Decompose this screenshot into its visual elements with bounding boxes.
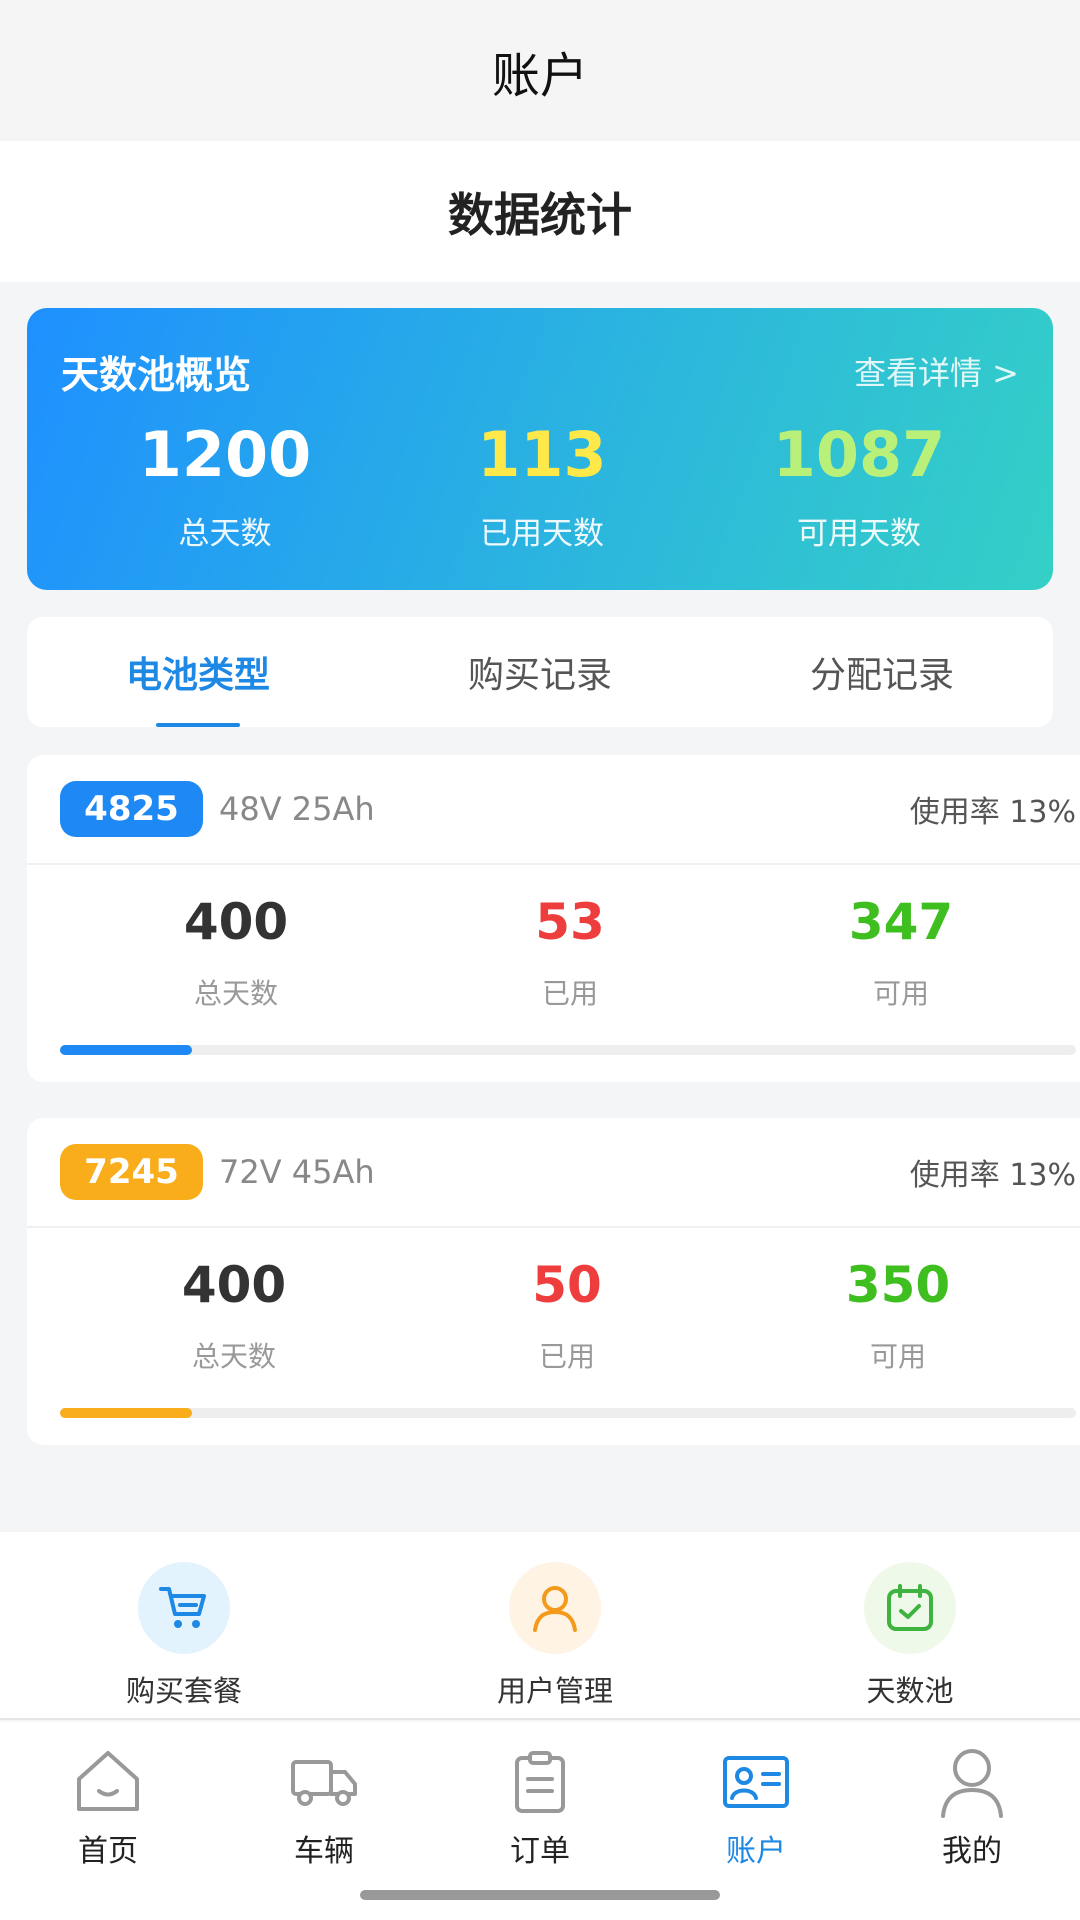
overview-available-value: 1087: [772, 418, 946, 491]
battery-stat-used: 50 已用: [447, 1258, 687, 1375]
battery-card-header: 4825 48V 25Ah 使用率 13%: [27, 755, 1080, 865]
tabbar-label: 我的: [942, 1834, 1002, 1869]
battery-card-4825[interactable]: 4825 48V 25Ah 使用率 13% 400 总天数 53 已用 347 …: [27, 755, 1080, 1082]
account-card-icon: [681, 1742, 831, 1822]
quick-action-buy-package[interactable]: 购买套餐: [64, 1562, 304, 1710]
usage-progress-bar: [60, 1408, 1076, 1418]
navbar-title: 账户: [491, 47, 588, 104]
total-days-label: 总天数: [193, 977, 278, 1010]
overview-stat-available: 1087 可用天数: [709, 418, 1009, 553]
tab-allocation-records[interactable]: 分配记录: [711, 617, 1053, 727]
calendar-check-icon: [864, 1562, 956, 1654]
view-details-link[interactable]: 查看详情 >: [854, 348, 1019, 394]
home-icon: [33, 1742, 183, 1822]
quick-action-user-management[interactable]: 用户管理: [435, 1562, 675, 1710]
tabbar-item-vehicles[interactable]: 车辆: [249, 1742, 399, 1870]
tabbar-label: 账户: [726, 1834, 786, 1869]
truck-icon: [249, 1742, 399, 1822]
battery-stats: 400 总天数 53 已用 347 可用: [27, 865, 1080, 1015]
overview-total-value: 1200: [138, 418, 312, 491]
overview-stat-used: 113 已用天数: [392, 418, 692, 553]
battery-stat-available: 347 可用: [781, 895, 1021, 1012]
quick-actions: 购买套餐 用户管理 天数池: [0, 1532, 1080, 1720]
available-days-value: 347: [848, 893, 954, 951]
available-days-label: 可用: [869, 1340, 926, 1373]
stats-tabs: 电池类型 购买记录 分配记录: [27, 617, 1053, 727]
battery-card-header: 7245 72V 45Ah 使用率 13%: [27, 1118, 1080, 1228]
battery-stat-available: 350 可用: [778, 1258, 1018, 1375]
overview-stat-total: 1200 总天数: [75, 418, 375, 553]
tabbar-label: 首页: [78, 1834, 138, 1869]
overview-used-label: 已用天数: [480, 516, 604, 553]
usage-progress-bar: [60, 1045, 1076, 1055]
total-days-value: 400: [181, 1256, 287, 1314]
cart-icon: [138, 1562, 230, 1654]
battery-stat-total: 400 总天数: [116, 895, 356, 1012]
usage-progress-fill: [60, 1045, 193, 1055]
available-days-label: 可用: [872, 977, 929, 1010]
tabbar-label: 订单: [510, 1834, 570, 1869]
tabbar-item-home[interactable]: 首页: [33, 1742, 183, 1870]
profile-icon: [897, 1742, 1047, 1822]
page-header: 数据统计: [0, 141, 1080, 282]
tabbar-item-profile[interactable]: 我的: [897, 1742, 1047, 1870]
overview-used-value: 113: [477, 418, 607, 491]
usage-rate: 使用率 13%: [909, 795, 1076, 830]
user-icon: [509, 1562, 601, 1654]
used-days-value: 53: [535, 893, 605, 951]
quick-action-label: 天数池: [866, 1674, 954, 1708]
used-days-value: 50: [532, 1256, 602, 1314]
tabbar-label: 车辆: [294, 1834, 354, 1869]
navbar: 账户: [0, 0, 1080, 141]
battery-stat-total: 400 总天数: [114, 1258, 354, 1375]
battery-stat-used: 53 已用: [450, 895, 690, 1012]
usage-progress-fill: [60, 1408, 193, 1418]
available-days-value: 350: [845, 1256, 951, 1314]
overview-total-label: 总天数: [178, 516, 272, 553]
battery-code-badge: 4825: [60, 781, 203, 837]
tab-purchase-records[interactable]: 购买记录: [369, 617, 711, 727]
home-indicator: [360, 1890, 720, 1900]
quick-action-label: 用户管理: [496, 1674, 613, 1708]
quick-action-label: 购买套餐: [125, 1674, 242, 1708]
tabbar-item-orders[interactable]: 订单: [465, 1742, 615, 1870]
used-days-label: 已用: [538, 1340, 595, 1373]
total-days-label: 总天数: [191, 1340, 276, 1373]
used-days-label: 已用: [541, 977, 598, 1010]
tab-battery-type[interactable]: 电池类型: [27, 617, 369, 727]
battery-spec: 72V 45Ah: [219, 1153, 375, 1191]
battery-stats: 400 总天数 50 已用 350 可用: [27, 1228, 1080, 1378]
battery-spec: 48V 25Ah: [219, 790, 375, 828]
day-pool-overview-card: 天数池概览 查看详情 > 1200 总天数 113 已用天数 1087 可用天数: [27, 308, 1053, 590]
overview-available-label: 可用天数: [797, 516, 921, 553]
quick-action-day-pool[interactable]: 天数池: [790, 1562, 1030, 1710]
overview-title: 天数池概览: [61, 353, 252, 397]
battery-code-badge: 7245: [60, 1144, 203, 1200]
page-title: 数据统计: [448, 187, 632, 242]
clipboard-icon: [465, 1742, 615, 1822]
total-days-value: 400: [183, 893, 289, 951]
tabbar-item-account[interactable]: 账户: [681, 1742, 831, 1870]
usage-rate: 使用率 13%: [909, 1158, 1076, 1193]
battery-card-7245[interactable]: 7245 72V 45Ah 使用率 13% 400 总天数 50 已用 350 …: [27, 1118, 1080, 1445]
